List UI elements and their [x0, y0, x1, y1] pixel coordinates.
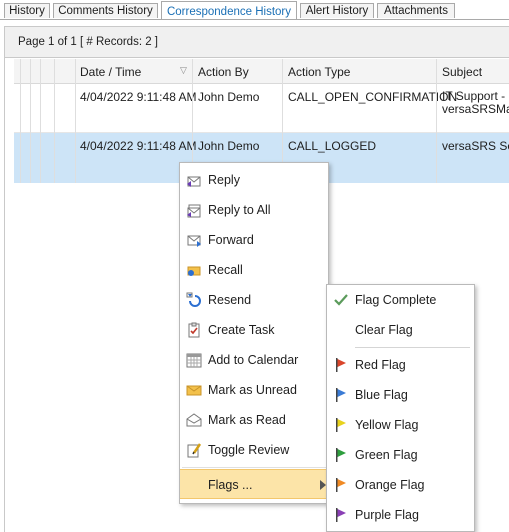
column-divider: [30, 59, 31, 183]
menu-label: Add to Calendar: [208, 353, 299, 367]
tab-comments-history[interactable]: Comments History: [53, 3, 158, 18]
table-row[interactable]: 4/04/2022 9:11:48 AM John Demo CALL_OPEN…: [14, 84, 509, 133]
unread-icon: [186, 382, 202, 398]
blue-flag-icon: [333, 387, 349, 403]
submenu-label: Flag Complete: [355, 293, 437, 307]
menu-label: Create Task: [208, 323, 275, 337]
column-divider: [40, 59, 41, 183]
context-menu: Reply Reply to All Forward Recall Resend…: [179, 162, 329, 504]
purple-flag-icon: [333, 507, 349, 523]
column-header-action-by[interactable]: Action By: [198, 65, 249, 79]
menu-item-reply-all[interactable]: Reply to All: [180, 195, 328, 225]
task-icon: [186, 322, 202, 338]
column-divider: [436, 59, 437, 183]
calendar-icon: [186, 352, 202, 368]
green-flag-icon: [333, 447, 349, 463]
submenu-label: Clear Flag: [355, 323, 413, 337]
column-divider: [54, 59, 55, 183]
red-flag-icon: [333, 357, 349, 373]
menu-label: Mark as Read: [208, 413, 286, 427]
submenu-label: Yellow Flag: [355, 418, 419, 432]
submenu-label: Red Flag: [355, 358, 406, 372]
menu-separator: [182, 467, 326, 468]
menu-label: Recall: [208, 263, 243, 277]
column-header-subject[interactable]: Subject: [442, 65, 482, 79]
menu-label: Toggle Review: [208, 443, 290, 457]
submenu-item-flag-complete[interactable]: Flag Complete: [327, 285, 474, 315]
tab-bar: History Comments History Correspondence …: [0, 0, 509, 20]
pager-text: Page 1 of 1 [ # Records: 2 ]: [18, 36, 158, 48]
submenu-label: Blue Flag: [355, 388, 408, 402]
menu-label: Flags ...: [208, 478, 253, 492]
flags-submenu: Flag Complete Clear Flag Red Flag Blue F…: [326, 284, 475, 532]
cell-action-by: John Demo: [198, 90, 260, 104]
menu-item-create-task[interactable]: Create Task: [180, 315, 328, 345]
check-icon: [333, 292, 349, 308]
tab-correspondence-history[interactable]: Correspondence History: [161, 1, 297, 20]
grid-header: Date / Time ▽ Action By Action Type Subj…: [14, 59, 509, 84]
resend-icon: [186, 292, 202, 308]
submenu-label: Green Flag: [355, 448, 418, 462]
cell-datetime: 4/04/2022 9:11:48 AM: [80, 139, 197, 153]
tab-history[interactable]: History: [4, 3, 50, 18]
menu-label: Forward: [208, 233, 254, 247]
orange-flag-icon: [333, 477, 349, 493]
tab-underline: [0, 19, 509, 20]
menu-item-resend[interactable]: Resend: [180, 285, 328, 315]
submenu-separator: [355, 347, 470, 348]
read-icon: [186, 412, 202, 428]
submenu-item-orange-flag[interactable]: Orange Flag: [327, 470, 474, 500]
forward-icon: [186, 232, 202, 248]
yellow-flag-icon: [333, 417, 349, 433]
column-header-datetime[interactable]: Date / Time: [80, 65, 141, 79]
reply-icon: [186, 172, 202, 188]
menu-label: Resend: [208, 293, 252, 307]
cell-subject-line2: versaSRSMail: [442, 102, 509, 116]
recall-icon: [186, 262, 202, 278]
submenu-label: Orange Flag: [355, 478, 425, 492]
tab-attachments[interactable]: Attachments: [377, 3, 455, 18]
reply-all-icon: [186, 202, 202, 218]
column-divider: [20, 59, 21, 183]
cell-subject: versaSRS Serv: [442, 139, 509, 153]
column-divider: [75, 59, 76, 183]
menu-item-reply[interactable]: Reply: [180, 165, 328, 195]
submenu-label: Purple Flag: [355, 508, 419, 522]
sort-filter-icon[interactable]: ▽: [180, 65, 187, 76]
submenu-item-purple-flag[interactable]: Purple Flag: [327, 500, 474, 530]
menu-label: Reply: [208, 173, 240, 187]
cell-action-type: CALL_OPEN_CONFIRMATION: [288, 90, 458, 104]
menu-label: Reply to All: [208, 203, 271, 217]
submenu-item-clear-flag[interactable]: Clear Flag: [327, 315, 474, 345]
tab-alert-history[interactable]: Alert History: [300, 3, 374, 18]
cell-datetime: 4/04/2022 9:11:48 AM: [80, 90, 197, 104]
menu-item-forward[interactable]: Forward: [180, 225, 328, 255]
submenu-item-green-flag[interactable]: Green Flag: [327, 440, 474, 470]
submenu-item-yellow-flag[interactable]: Yellow Flag: [327, 410, 474, 440]
menu-item-mark-as-read[interactable]: Mark as Read: [180, 405, 328, 435]
cell-action-by: John Demo: [198, 139, 260, 153]
submenu-item-blue-flag[interactable]: Blue Flag: [327, 380, 474, 410]
menu-item-add-to-calendar[interactable]: Add to Calendar: [180, 345, 328, 375]
menu-item-toggle-review[interactable]: Toggle Review: [180, 435, 328, 465]
cell-action-type: CALL_LOGGED: [288, 139, 377, 153]
pager-bar: Page 1 of 1 [ # Records: 2 ]: [5, 27, 509, 58]
menu-item-flags[interactable]: Flags ...: [180, 469, 328, 499]
submenu-item-red-flag[interactable]: Red Flag: [327, 350, 474, 380]
column-header-action-type[interactable]: Action Type: [288, 65, 350, 79]
menu-item-mark-as-unread[interactable]: Mark as Unread: [180, 375, 328, 405]
menu-label: Mark as Unread: [208, 383, 297, 397]
review-icon: [186, 442, 202, 458]
menu-item-recall[interactable]: Recall: [180, 255, 328, 285]
